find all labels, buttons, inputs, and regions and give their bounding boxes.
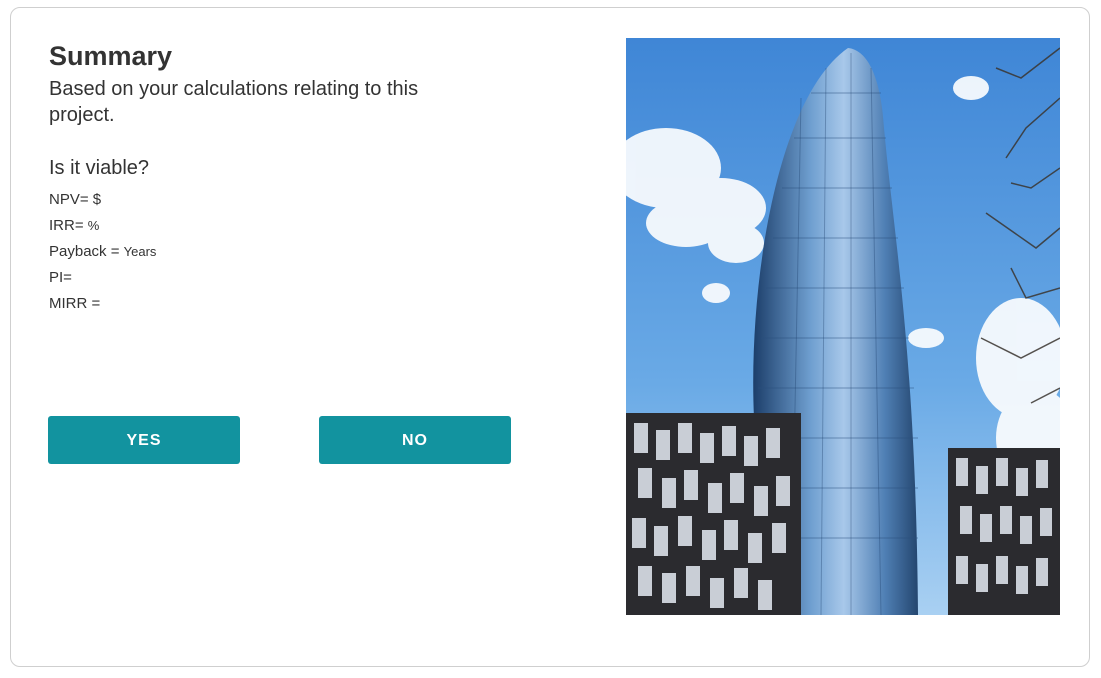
npv-metric: NPV= $	[49, 187, 529, 213]
summary-content: Summary Based on your calculations relat…	[49, 40, 529, 317]
pi-label: PI=	[49, 269, 72, 286]
pi-metric: PI=	[49, 265, 529, 291]
no-button[interactable]: NO	[319, 416, 511, 464]
payback-label: Payback =	[49, 243, 124, 260]
payback-metric: Payback = Years	[49, 239, 529, 265]
npv-label: NPV=	[49, 191, 93, 208]
mirr-label: MIRR =	[49, 295, 101, 312]
irr-metric: IRR= %	[49, 213, 529, 239]
mirr-metric: MIRR =	[49, 291, 529, 317]
payback-unit: Years	[123, 244, 157, 259]
skyscraper-image	[626, 38, 1060, 615]
page-title: Summary	[49, 41, 173, 71]
npv-unit: $	[92, 191, 102, 208]
irr-label: IRR=	[49, 217, 88, 234]
irr-unit: %	[87, 218, 100, 233]
summary-card: Summary Based on your calculations relat…	[10, 7, 1090, 667]
viability-question: Is it viable?	[49, 157, 150, 179]
metrics-list: NPV= $ IRR= % Payback = Years PI= MIRR =	[49, 187, 529, 317]
yes-button[interactable]: YES	[48, 416, 240, 464]
summary-subtitle: Based on your calculations relating to t…	[49, 78, 419, 126]
